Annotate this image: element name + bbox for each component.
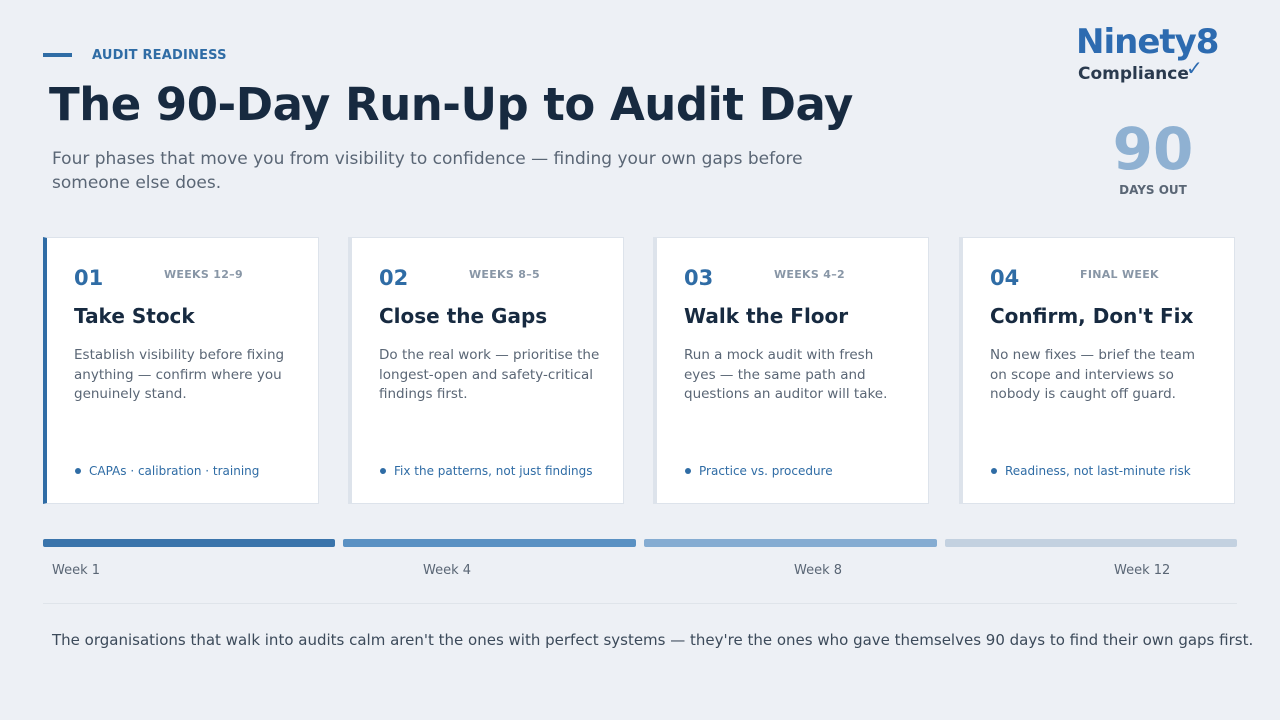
phase-title: Confirm, Don't Fix bbox=[990, 304, 1194, 328]
countdown-label: DAYS OUT bbox=[1119, 183, 1187, 197]
page-subtitle: Four phases that move you from visibilit… bbox=[52, 149, 803, 193]
company-logo: Ninety8 Compliance ✓ bbox=[1076, 22, 1219, 86]
phase-number: 04 bbox=[990, 266, 1020, 290]
timeline-label-week-12: Week 12 bbox=[1114, 563, 1171, 578]
phase-card-4: 04 FINAL WEEK Confirm, Don't Fix No new … bbox=[959, 237, 1235, 504]
phase-weeks: WEEKS 12–9 bbox=[164, 268, 243, 281]
eyebrow-label: AUDIT READINESS bbox=[92, 48, 227, 63]
phase-number: 02 bbox=[379, 266, 409, 290]
phase-description: Run a mock audit with fresh eyes — the s… bbox=[684, 347, 888, 402]
timeline-segment-1 bbox=[43, 539, 335, 547]
phase-card-3: 03 WEEKS 4–2 Walk the Floor Run a mock a… bbox=[653, 237, 929, 504]
bullet-dot-icon bbox=[380, 468, 386, 474]
phase-weeks: FINAL WEEK bbox=[1080, 268, 1159, 281]
phase-description: Do the real work — prioritise the longes… bbox=[379, 347, 600, 402]
phase-description: No new fixes — brief the team on scope a… bbox=[990, 347, 1196, 402]
phase-bullet: Practice vs. procedure bbox=[699, 464, 833, 478]
timeline-label-week-4: Week 4 bbox=[423, 563, 472, 578]
bullet-dot-icon bbox=[991, 468, 997, 474]
footer-divider bbox=[43, 603, 1237, 604]
phase-weeks: WEEKS 4–2 bbox=[774, 268, 845, 281]
timeline-label-week-8: Week 8 bbox=[794, 563, 843, 578]
bullet-dot-icon bbox=[75, 468, 81, 474]
timeline-segment-2 bbox=[343, 539, 636, 547]
phase-title: Take Stock bbox=[74, 304, 195, 328]
page-title: The 90-Day Run-Up to Audit Day bbox=[49, 78, 853, 131]
phase-number: 01 bbox=[74, 266, 104, 290]
phase-bullet: Fix the patterns, not just findings bbox=[394, 464, 593, 478]
footer-note: The organisations that walk into audits … bbox=[52, 631, 1254, 649]
phase-title: Walk the Floor bbox=[684, 304, 849, 328]
phase-number: 03 bbox=[684, 266, 714, 290]
logo-subtext: Compliance bbox=[1078, 64, 1189, 84]
timeline-segment-3 bbox=[644, 539, 937, 547]
phase-description: Establish visibility before fixing anyth… bbox=[74, 347, 285, 402]
phase-bullet: Readiness, not last-minute risk bbox=[1005, 464, 1191, 478]
check-icon: ✓ bbox=[1186, 56, 1203, 80]
phase-card-2: 02 WEEKS 8–5 Close the Gaps Do the real … bbox=[348, 237, 624, 504]
phase-card-1: 01 WEEKS 12–9 Take Stock Establish visib… bbox=[43, 237, 319, 504]
bullet-dot-icon bbox=[685, 468, 691, 474]
timeline-segment-4 bbox=[945, 539, 1237, 547]
phase-title: Close the Gaps bbox=[379, 304, 548, 328]
timeline-label-week-1: Week 1 bbox=[52, 563, 101, 578]
phase-bullet: CAPAs · calibration · training bbox=[89, 464, 260, 478]
eyebrow-accent-bar bbox=[43, 53, 72, 57]
phase-weeks: WEEKS 8–5 bbox=[469, 268, 540, 281]
countdown-value: 90 bbox=[1112, 115, 1194, 183]
